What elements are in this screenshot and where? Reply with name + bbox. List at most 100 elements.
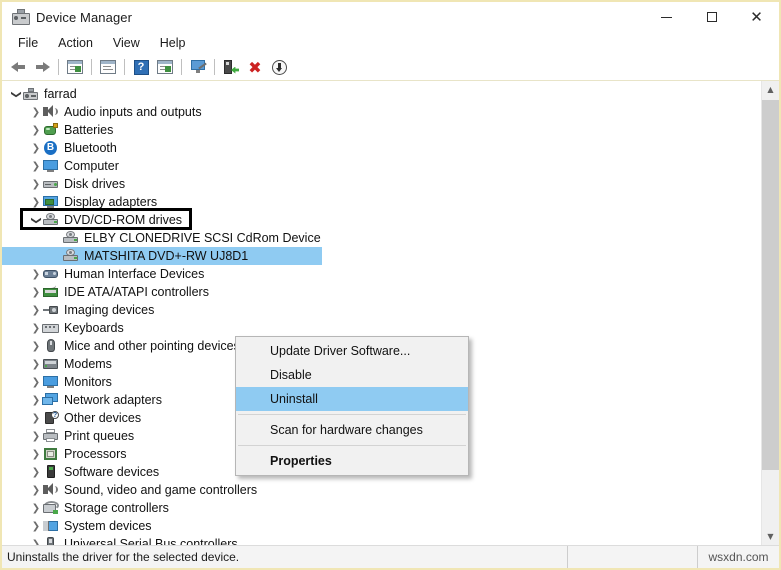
chevron-right-icon[interactable]: ❯ [30,193,42,211]
chevron-right-icon[interactable]: ❯ [30,175,42,193]
chevron-right-icon[interactable]: ❯ [30,409,42,427]
tree-item[interactable]: ❯ Storage controllers [2,499,761,517]
scrollbar-thumb[interactable] [762,100,779,470]
tree-item[interactable]: ❯ Audio inputs and outputs [2,103,761,121]
context-menu-item[interactable]: Properties [236,449,468,473]
chevron-right-icon[interactable]: ❯ [30,121,42,139]
tree-item[interactable]: ❯ System devices [2,517,761,535]
chevron-right-icon[interactable]: ❯ [30,445,42,463]
speaker-icon [42,104,59,120]
tree-item[interactable]: ❯ Disk drives [2,175,761,193]
tree-item[interactable]: ❯ DVD/CD-ROM drives [2,211,761,229]
tree-item-label: farrad [44,87,77,101]
tree-item[interactable]: MATSHITA DVD+-RW UJ8D1 [2,247,322,265]
scroll-up-button[interactable]: ▲ [762,81,779,98]
chevron-right-icon[interactable]: ❯ [30,157,42,175]
menu-file[interactable]: File [8,34,48,52]
uninstall-device-icon: ✖ [248,57,262,77]
chevron-right-icon[interactable]: ❯ [30,265,42,283]
status-bar: Uninstalls the driver for the selected d… [2,545,779,568]
printer-icon [42,428,59,444]
watermark: wsxdn.com [697,546,779,568]
context-menu[interactable]: Update Driver Software... Disable Uninstal… [235,336,469,476]
close-button[interactable]: ✕ [734,2,779,32]
chevron-down-icon[interactable]: ❯ [30,211,42,229]
chevron-right-icon[interactable]: ❯ [30,427,42,445]
tree-item[interactable]: ❯ Sound, video and game controllers [2,481,761,499]
chevron-right-icon[interactable]: ❯ [30,535,42,546]
context-menu-item[interactable]: Scan for hardware changes [236,418,468,442]
properties-button[interactable] [97,56,119,78]
window-title: Device Manager [36,9,133,25]
tree-root-item[interactable]: ❯ farrad [2,85,761,103]
show-hidden-devices-button[interactable] [64,56,86,78]
scroll-down-button[interactable]: ▼ [762,528,779,545]
dvd-drive-icon [62,248,79,264]
update-driver-icon [157,60,173,74]
tree-item-label: System devices [64,519,152,533]
chevron-right-icon[interactable]: ❯ [30,319,42,337]
remote-display-icon [190,60,207,74]
remote-display-button[interactable] [187,56,209,78]
maximize-icon [706,12,717,22]
tree-item-label: Imaging devices [64,303,155,317]
maximize-button[interactable] [689,2,734,32]
context-menu-item[interactable]: Uninstall [236,387,468,411]
chevron-right-icon[interactable]: ❯ [30,337,42,355]
monitor-icon [42,374,59,390]
tree-item[interactable]: ❯ Human Interface Devices [2,265,761,283]
chevron-right-icon[interactable]: ❯ [30,481,42,499]
chevron-right-icon[interactable]: ❯ [30,139,42,157]
update-driver-button[interactable] [154,56,176,78]
chevron-down-icon[interactable]: ❯ [10,85,22,103]
minimize-button[interactable] [644,2,689,32]
tree-item-label: IDE ATA/ATAPI controllers [64,285,209,299]
title-bar: Device Manager ✕ [2,2,779,32]
disable-device-button[interactable] [268,56,290,78]
tree-item-label: Keyboards [64,321,124,335]
chevron-right-icon[interactable]: ❯ [30,391,42,409]
toolbar-separator-5 [214,59,215,75]
uninstall-device-button[interactable]: ✖ [244,56,266,78]
scrollbar-track[interactable] [762,98,779,528]
tree-item-label: Disk drives [64,177,126,191]
tree-item-label: Processors [64,447,127,461]
tree-item[interactable]: ❯ Bluetooth [2,139,761,157]
tree-item[interactable]: ❯ IDE ATA/ATAPI controllers [2,283,761,301]
content-area: ❯ farrad ❯ Audio inputs and outputs ❯ Batteri… [2,81,779,545]
tree-item[interactable]: ❯ Imaging devices [2,301,761,319]
chevron-right-icon[interactable]: ❯ [30,103,42,121]
menu-action[interactable]: Action [48,34,103,52]
help-button[interactable]: ? [130,56,152,78]
forward-button[interactable] [31,56,53,78]
toolbar: ? ✖ [2,54,779,81]
tree-item[interactable]: ❯ Universal Serial Bus controllers [2,535,761,545]
storage-controller-icon [42,500,59,516]
chevron-right-icon[interactable]: ❯ [30,463,42,481]
battery-icon [42,122,59,138]
context-menu-item[interactable]: Update Driver Software... [236,339,468,363]
tree-item-label: Bluetooth [64,141,117,155]
menu-help[interactable]: Help [150,34,196,52]
chevron-right-icon[interactable]: ❯ [30,283,42,301]
tree-item[interactable]: ❯ Computer [2,157,761,175]
chevron-right-icon[interactable]: ❯ [30,301,42,319]
chevron-right-icon[interactable]: ❯ [30,373,42,391]
vertical-scrollbar[interactable]: ▲ ▼ [761,81,779,545]
ide-controller-icon [42,284,59,300]
back-button[interactable] [7,56,29,78]
tree-item[interactable]: ❯ Batteries [2,121,761,139]
tree-item[interactable]: ELBY CLONEDRIVE SCSI CdRom Device [2,229,761,247]
speaker-icon [42,482,59,498]
scan-for-hardware-changes-button[interactable] [220,56,242,78]
tree-item-label: Monitors [64,375,112,389]
menu-view[interactable]: View [103,34,150,52]
tree-item[interactable]: ❯ Keyboards [2,319,761,337]
tree-item[interactable]: ❯ Display adapters [2,193,761,211]
chevron-right-icon[interactable]: ❯ [30,517,42,535]
context-menu-item[interactable]: Disable [236,363,468,387]
tree-item-label: MATSHITA DVD+-RW UJ8D1 [84,249,249,263]
chevron-right-icon[interactable]: ❯ [30,355,42,373]
chevron-right-icon[interactable]: ❯ [30,499,42,517]
